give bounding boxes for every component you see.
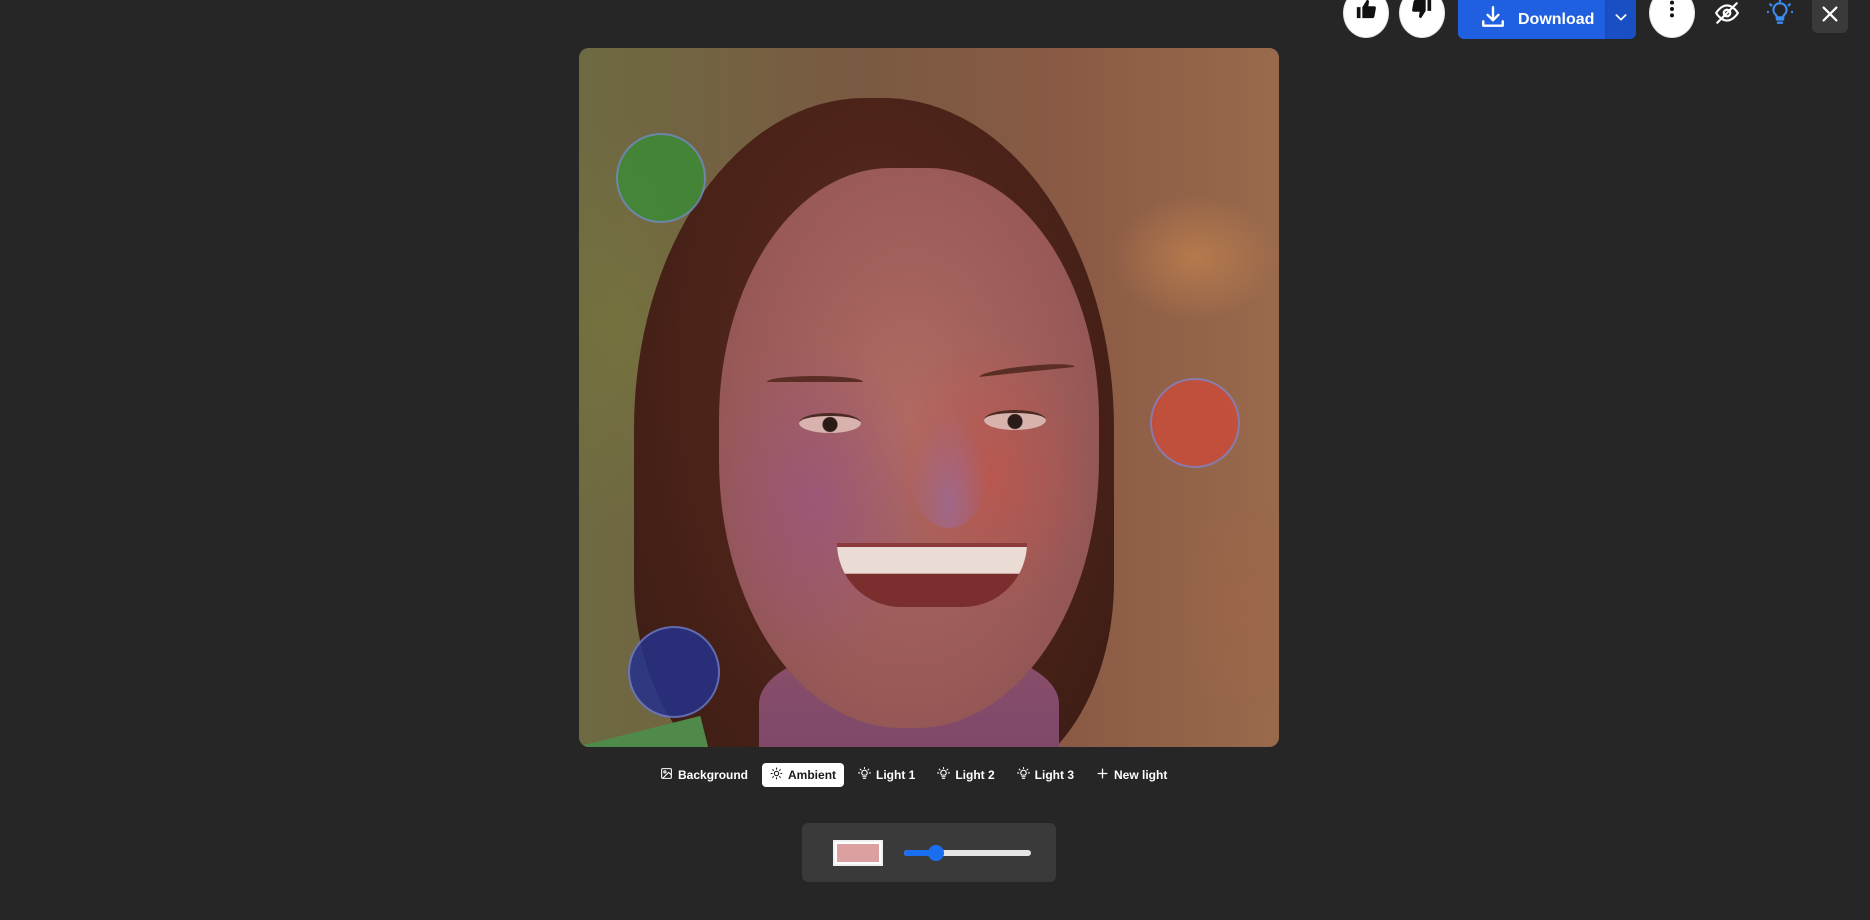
chevron-down-icon: [1613, 9, 1629, 30]
ambient-color-picker[interactable]: [833, 839, 883, 866]
tab-label: New light: [1114, 768, 1168, 782]
hide-overlay-button[interactable]: [1707, 0, 1747, 30]
light-tabs: Background Ambient Light 1 Light 2 Light…: [652, 763, 1175, 787]
bulb-icon: [937, 767, 951, 783]
tab-ambient[interactable]: Ambient: [762, 763, 845, 787]
portrait-nose: [909, 408, 989, 528]
bulb-icon: [1016, 767, 1030, 783]
light-2-handle[interactable]: [1150, 378, 1240, 468]
left-eye: [799, 413, 861, 433]
close-button[interactable]: [1812, 0, 1848, 33]
thumbs-up-icon: [1355, 0, 1377, 25]
bulb-icon: [858, 767, 872, 783]
tab-label: Background: [678, 768, 749, 782]
ambient-controls-panel: [802, 823, 1056, 882]
vertical-dots-icon: [1661, 0, 1683, 25]
left-brow: [767, 376, 863, 388]
tab-label: Light 1: [876, 768, 916, 782]
tab-background[interactable]: Background: [652, 763, 756, 787]
dislike-button[interactable]: [1399, 0, 1445, 38]
download-group: Download: [1458, 0, 1636, 39]
sun-icon: [770, 767, 783, 783]
tab-label: Light 3: [1034, 768, 1074, 782]
plus-icon: [1096, 767, 1109, 783]
tab-light-3[interactable]: Light 3: [1009, 763, 1082, 787]
like-button[interactable]: [1343, 0, 1389, 38]
tab-new-light[interactable]: New light: [1088, 763, 1175, 787]
download-button[interactable]: Download: [1458, 0, 1605, 39]
close-icon: [1819, 3, 1841, 30]
ambient-intensity-slider[interactable]: [904, 844, 1031, 861]
download-options-button[interactable]: [1605, 0, 1636, 39]
download-icon: [1480, 4, 1506, 35]
tab-label: Light 2: [955, 768, 995, 782]
thumbs-down-icon: [1411, 0, 1433, 25]
light-1-handle[interactable]: [616, 133, 706, 223]
right-eye: [984, 410, 1046, 430]
tab-light-1[interactable]: Light 1: [850, 763, 923, 787]
light-3-handle[interactable]: [628, 626, 720, 718]
ambient-color-swatch: [837, 843, 879, 862]
tab-light-2[interactable]: Light 2: [929, 763, 1002, 787]
eye-off-icon: [1713, 0, 1741, 31]
lightbulb-icon: [1765, 0, 1795, 31]
image-icon: [660, 767, 673, 783]
relight-canvas[interactable]: [579, 48, 1279, 747]
lighting-toggle-button[interactable]: [1760, 0, 1800, 30]
slider-thumb[interactable]: [927, 844, 944, 861]
more-options-button[interactable]: [1649, 0, 1695, 38]
tab-label: Ambient: [788, 768, 837, 782]
download-label: Download: [1518, 10, 1595, 28]
